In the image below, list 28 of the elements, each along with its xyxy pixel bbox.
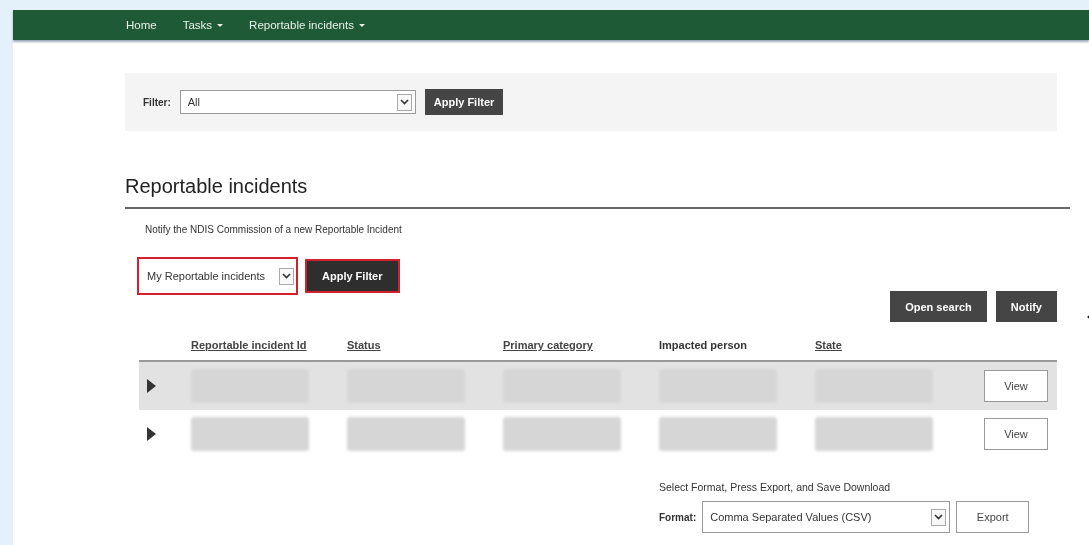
action-button[interactable]: Open search [890,291,987,322]
page-heading: Reportable incidents [125,175,309,198]
nav-menu-item[interactable]: Home [126,19,157,31]
action-button[interactable]: Notify [995,291,1057,322]
nav-menu-item[interactable]: Tasks [182,19,224,31]
sortable-column-header[interactable]: Reportable incident Id [191,339,307,351]
sortable-column-header[interactable]: State [815,339,842,351]
export-instructions: Select Format, Press Export, and Save Download [659,481,892,493]
dropdown-caret-icon [396,93,412,111]
sortable-column-header[interactable]: Status [347,339,381,351]
expand-row-icon[interactable] [147,379,156,393]
nav-menu-item[interactable]: Reportable incidents [249,19,365,31]
apply-filter-button[interactable]: Apply Filter [307,261,398,291]
expand-row-icon[interactable] [147,427,156,441]
dropdown-caret-icon [931,508,947,526]
export-button[interactable]: Export [956,501,1030,533]
column-header: Impacted person [659,339,748,351]
view-button[interactable]: View [984,418,1048,450]
incident-filter-dropdown[interactable]: My Reportable incidents [137,257,298,295]
view-button[interactable]: View [984,370,1048,402]
filter-label: Filter: [143,96,171,108]
apply-filter-button[interactable]: Apply Filter [424,89,504,115]
format-dropdown[interactable]: Comma Separated Values (CSV) [702,501,951,533]
notify-description: Notify the NDIS Commission of a new Reportable Incident [145,224,402,235]
sortable-column-header[interactable]: Primary category [503,339,593,351]
filter-dropdown[interactable]: All [179,90,416,114]
dropdown-caret-icon [279,267,294,285]
format-label: Format: [659,511,697,523]
